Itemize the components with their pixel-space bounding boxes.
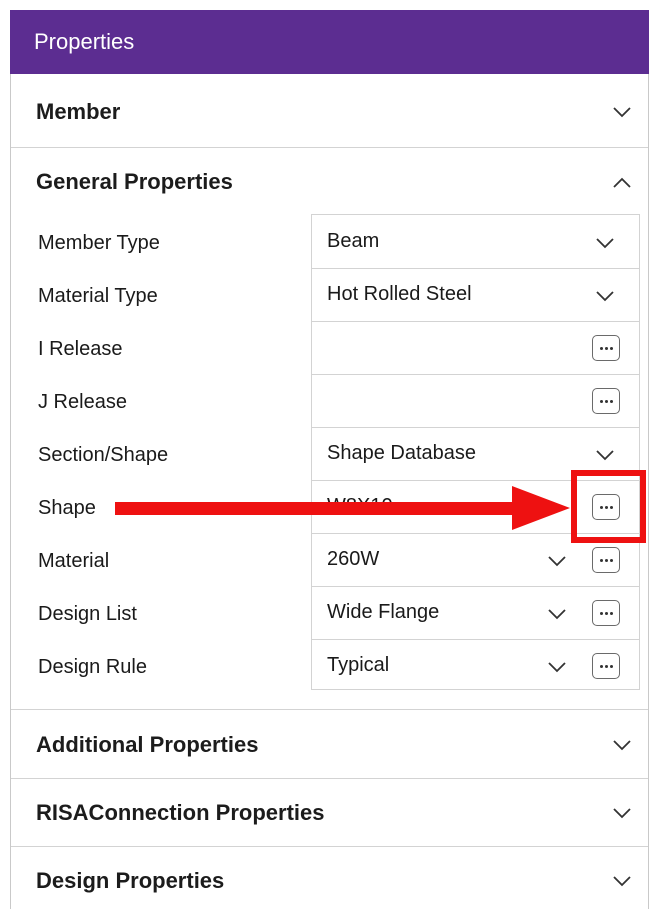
chevron-up-icon: [612, 175, 632, 189]
section-member-label: Member: [36, 99, 121, 124]
panel-title: Properties: [10, 10, 649, 74]
section-risaconnection-label: RISAConnection Properties: [36, 800, 325, 825]
section-additional-label: Additional Properties: [36, 732, 259, 757]
annotation-highlight-box: [571, 470, 646, 543]
grid-line: [311, 374, 640, 375]
chevron-down-icon[interactable]: [547, 660, 567, 674]
design-rule-select[interactable]: Typical: [327, 639, 389, 691]
i-release-ellipsis-button[interactable]: [592, 335, 620, 361]
chevron-down-icon[interactable]: [595, 448, 615, 462]
shape-label: Shape: [38, 496, 96, 519]
chevron-down-icon[interactable]: [547, 607, 567, 621]
member-type-label: Member Type: [38, 231, 160, 254]
design-list-ellipsis-button[interactable]: [592, 600, 620, 626]
chevron-down-icon[interactable]: [547, 554, 567, 568]
annotation-arrow-shaft: [115, 502, 515, 515]
chevron-down-icon: [612, 738, 632, 752]
annotation-arrow-head: [512, 486, 570, 530]
member-type-select[interactable]: Beam: [327, 215, 379, 267]
chevron-down-icon: [612, 105, 632, 119]
section-shape-select[interactable]: Shape Database: [327, 427, 476, 479]
design-list-select[interactable]: Wide Flange: [327, 586, 439, 638]
section-general-label: General Properties: [36, 169, 233, 194]
section-additional-header[interactable]: Additional Properties: [11, 710, 648, 780]
material-ellipsis-button[interactable]: [592, 547, 620, 573]
divider: [11, 846, 648, 847]
design-list-label: Design List: [38, 602, 137, 625]
properties-panel: Properties Member General Properties Mem…: [0, 0, 649, 909]
grid-line: [311, 321, 640, 322]
chevron-down-icon[interactable]: [595, 289, 615, 303]
material-select[interactable]: 260W: [327, 533, 379, 585]
section-design-label: Design Properties: [36, 868, 225, 893]
chevron-down-icon: [612, 874, 632, 888]
material-type-label: Material Type: [38, 284, 158, 307]
material-type-select[interactable]: Hot Rolled Steel: [327, 268, 472, 320]
chevron-down-icon: [612, 806, 632, 820]
section-member-header[interactable]: Member: [11, 77, 648, 147]
j-release-label: J Release: [38, 390, 127, 413]
section-shape-label: Section/Shape: [38, 443, 169, 466]
chevron-down-icon[interactable]: [595, 236, 615, 250]
j-release-ellipsis-button[interactable]: [592, 388, 620, 414]
design-rule-label: Design Rule: [38, 655, 147, 678]
design-rule-ellipsis-button[interactable]: [592, 653, 620, 679]
i-release-label: I Release: [38, 337, 123, 360]
section-design-header[interactable]: Design Properties: [11, 848, 648, 909]
section-risaconnection-header[interactable]: RISAConnection Properties: [11, 778, 648, 848]
material-label: Material: [38, 549, 110, 572]
section-general-header[interactable]: General Properties: [11, 147, 648, 217]
